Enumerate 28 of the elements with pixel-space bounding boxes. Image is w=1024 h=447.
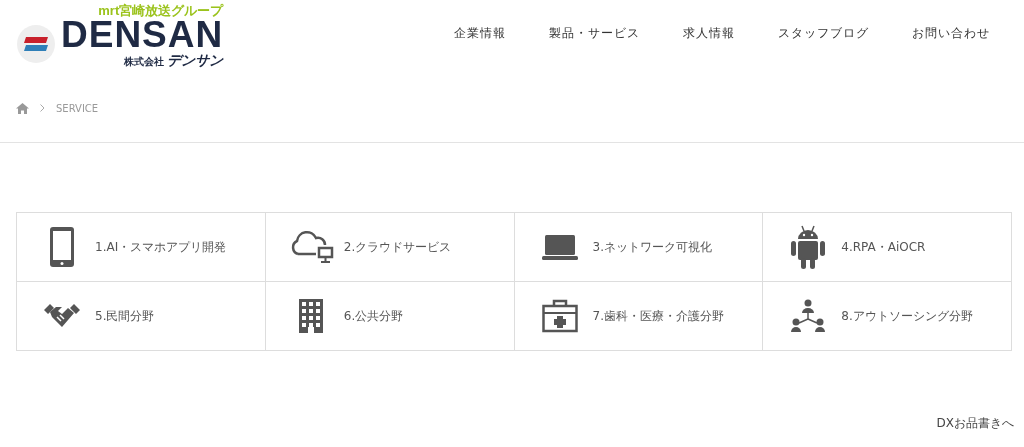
- nav-link[interactable]: 製品・サービス: [549, 25, 640, 42]
- service-tile[interactable]: 8.アウトソーシング分野: [763, 282, 1012, 351]
- nav-link[interactable]: スタッフブログ: [778, 25, 869, 42]
- laptop-icon: [541, 233, 578, 261]
- service-tile[interactable]: 5.民間分野: [17, 282, 266, 351]
- logo-mark-icon: [17, 25, 55, 63]
- service-tile[interactable]: 4.RPA・AiOCR: [763, 213, 1012, 282]
- service-tile[interactable]: 6.公共分野: [265, 282, 515, 351]
- tablet-icon: [49, 226, 75, 268]
- logo-company-name: デンサン: [167, 52, 224, 68]
- android-robot-icon: [791, 224, 826, 270]
- service-tile[interactable]: 7.歯科・医療・介護分野: [514, 282, 764, 351]
- service-tile[interactable]: 1.AI・スマホアプリ開発: [17, 213, 266, 282]
- nav-link[interactable]: 求人情報: [683, 25, 735, 42]
- service-tile[interactable]: 3.ネットワーク可視化: [514, 213, 764, 282]
- logo-company-type: 株式会社: [124, 55, 165, 69]
- people-network-icon: [791, 299, 826, 333]
- dx-menu-link[interactable]: DXお品書きへ: [936, 415, 1014, 432]
- logo-wordmark: DENSAN: [61, 18, 224, 52]
- logo-group-text: mrt宮崎放送グループ: [98, 3, 224, 18]
- nav-link[interactable]: 企業情報: [454, 25, 506, 42]
- medical-kit-icon: [541, 299, 578, 333]
- nav-link[interactable]: お問い合わせ: [912, 25, 990, 42]
- chevron-icon: [40, 104, 45, 112]
- building-icon: [298, 299, 323, 333]
- service-tile[interactable]: 2.クラウドサービス: [265, 213, 515, 282]
- breadcrumb-current: SERVICE: [56, 102, 99, 114]
- home-icon[interactable]: [16, 102, 29, 114]
